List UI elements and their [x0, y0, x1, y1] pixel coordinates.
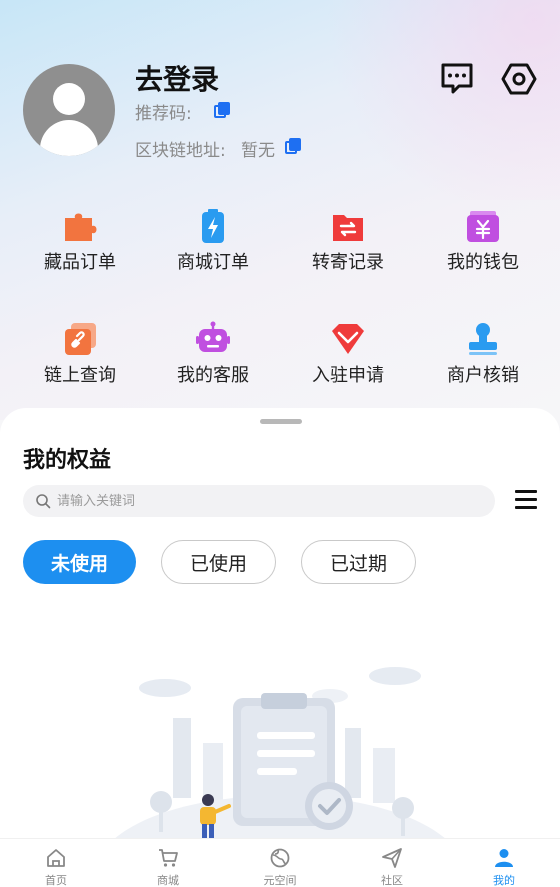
- menu-item-label: 我的客服: [177, 365, 249, 386]
- globe-icon: [270, 848, 290, 868]
- robot-icon: [196, 321, 230, 352]
- avatar-body: [40, 120, 98, 156]
- tab-home[interactable]: 首页: [0, 839, 112, 887]
- rights-title: 我的权益: [23, 448, 112, 473]
- tab-metaspace[interactable]: 元空间: [224, 839, 336, 887]
- user-icon: [495, 849, 513, 867]
- menu-item-join-application[interactable]: 入驻申请: [278, 313, 418, 403]
- stamp-icon: [469, 323, 497, 355]
- search-input[interactable]: [57, 485, 477, 517]
- menu-item-forward-records[interactable]: 转寄记录: [278, 200, 418, 290]
- menu-item-label: 链上查询: [44, 365, 116, 386]
- puzzle-icon: [65, 213, 97, 241]
- search-bar: [23, 485, 495, 517]
- diamond-icon: [332, 324, 364, 354]
- empty-state-illustration: [105, 667, 455, 848]
- folder-transfer-icon: [333, 215, 363, 241]
- menu-item-collection-orders[interactable]: 藏品订单: [10, 200, 150, 290]
- menu-item-label: 入驻申请: [312, 365, 384, 386]
- tab-mall[interactable]: 商城: [112, 839, 224, 887]
- drag-handle[interactable]: [260, 419, 302, 424]
- menu-item-label: 藏品订单: [44, 252, 116, 273]
- copy-icon[interactable]: [285, 138, 301, 154]
- tab-mine[interactable]: 我的: [448, 839, 560, 887]
- chain-address-label: 区块链地址:: [135, 141, 226, 161]
- link-icon: [65, 323, 96, 355]
- wallet-icon: [467, 211, 499, 242]
- menu-item-customer-service[interactable]: 我的客服: [143, 313, 283, 403]
- filter-used-button[interactable]: 已使用: [161, 540, 276, 584]
- tab-label: 社区: [381, 874, 403, 887]
- menu-item-label: 商城订单: [177, 252, 249, 273]
- send-icon: [382, 848, 402, 868]
- menu-item-chain-query[interactable]: 链上查询: [10, 313, 150, 403]
- filter-unused-button[interactable]: 未使用: [23, 540, 136, 584]
- menu-item-merchant-verify[interactable]: 商户核销: [413, 313, 553, 403]
- filter-expired-button[interactable]: 已过期: [301, 540, 416, 584]
- home-icon: [47, 849, 65, 867]
- tab-label: 首页: [45, 874, 67, 887]
- profile-section: 去登录 推荐码: 区块链地址: 暂无: [0, 0, 560, 190]
- tab-community[interactable]: 社区: [336, 839, 448, 887]
- cart-icon: [159, 849, 178, 867]
- chain-address-value: 暂无: [241, 141, 275, 161]
- tab-label: 商城: [157, 874, 179, 887]
- login-link[interactable]: 去登录: [135, 58, 219, 98]
- menu-item-label: 商户核销: [447, 365, 519, 386]
- referral-code-label: 推荐码:: [135, 104, 192, 124]
- search-icon: [36, 494, 51, 509]
- battery-icon: [202, 209, 224, 243]
- menu-item-label: 我的钱包: [447, 252, 519, 273]
- menu-item-wallet[interactable]: 我的钱包: [413, 200, 553, 290]
- avatar[interactable]: [23, 64, 115, 156]
- tab-label: 我的: [493, 874, 515, 887]
- settings-icon[interactable]: [500, 60, 538, 98]
- message-icon[interactable]: [438, 60, 476, 98]
- menu-icon[interactable]: [515, 490, 537, 510]
- rights-panel: 我的权益 未使用 已使用 已过期: [0, 408, 560, 887]
- bottom-tab-bar: 首页 商城 元空间 社区 我的: [0, 838, 560, 887]
- copy-icon[interactable]: [214, 102, 230, 118]
- menu-item-label: 转寄记录: [312, 252, 384, 273]
- tab-label: 元空间: [263, 874, 297, 887]
- menu-item-mall-orders[interactable]: 商城订单: [143, 200, 283, 290]
- avatar-head: [53, 83, 85, 115]
